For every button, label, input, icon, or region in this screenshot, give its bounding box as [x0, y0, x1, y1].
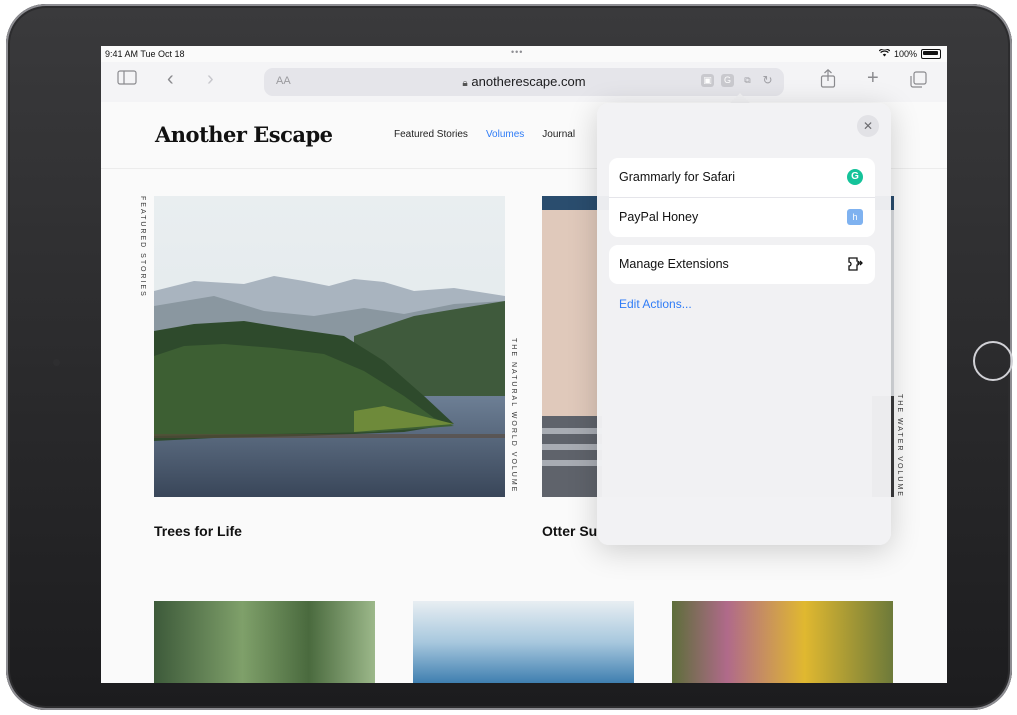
water-volume-label: THE WATER VOLUME: [896, 394, 903, 498]
extension-a-icon[interactable]: ▣: [701, 74, 714, 87]
mountain-art-thumbnail[interactable]: [413, 601, 634, 683]
extension-label: Grammarly for Safari: [619, 170, 735, 184]
trees-for-life-image[interactable]: [154, 196, 505, 497]
status-bar: 9:41 AM Tue Oct 18 ••• 100%: [101, 46, 947, 62]
lock-icon: 🔒︎: [462, 78, 468, 89]
multitasking-dots[interactable]: •••: [511, 47, 523, 57]
featured-stories-label: FEATURED STORIES: [139, 196, 146, 298]
edit-actions-link[interactable]: Edit Actions...: [619, 297, 692, 311]
site-nav: Featured Stories Volumes Journal: [394, 129, 575, 140]
tabs-overview-icon[interactable]: [910, 71, 927, 93]
address-bar[interactable]: AA 🔒︎ anotherescape.com ▣ G ⧉ ↻: [264, 68, 784, 96]
new-tab-icon[interactable]: +: [867, 67, 879, 90]
back-icon[interactable]: ‹: [167, 68, 174, 91]
wifi-icon: [878, 48, 891, 59]
extensions-puzzle-icon[interactable]: ⧉: [741, 74, 754, 87]
web-page: Another Escape Featured Stories Volumes …: [101, 93, 947, 683]
url-label: anotherescape.com: [471, 74, 586, 89]
extensions-popover: ✕ Grammarly for Safari G PayPal Honey h …: [597, 103, 891, 545]
otter-story-caption[interactable]: Otter Su: [542, 523, 597, 539]
screen: 9:41 AM Tue Oct 18 ••• 100% ‹ › AA 🔒︎ an…: [101, 46, 947, 683]
ipad-frame: 9:41 AM Tue Oct 18 ••• 100% ‹ › AA 🔒︎ an…: [6, 4, 1013, 710]
trees-for-life-caption[interactable]: Trees for Life: [154, 523, 242, 539]
extension-row-honey[interactable]: PayPal Honey h: [609, 197, 875, 237]
reload-icon[interactable]: ↻: [761, 74, 774, 87]
honey-icon: h: [847, 209, 863, 225]
natural-world-volume-label: THE NATURAL WORLD VOLUME: [510, 338, 517, 494]
manage-extensions-label: Manage Extensions: [619, 257, 729, 271]
extension-label: PayPal Honey: [619, 210, 699, 224]
status-time: 9:41 AM Tue Oct 18: [105, 49, 185, 59]
extensions-icon: [847, 256, 863, 272]
extension-row-grammarly[interactable]: Grammarly for Safari G: [609, 158, 875, 197]
nav-journal[interactable]: Journal: [542, 129, 575, 140]
site-logo[interactable]: Another Escape: [155, 122, 333, 147]
home-button[interactable]: [973, 341, 1013, 381]
status-right: 100%: [878, 48, 941, 59]
share-icon[interactable]: [820, 68, 836, 93]
nav-featured-stories[interactable]: Featured Stories: [394, 129, 468, 140]
manage-extensions-group: Manage Extensions: [609, 245, 875, 284]
safari-toolbar: ‹ › AA 🔒︎ anotherescape.com ▣ G ⧉ ↻ +: [101, 62, 947, 102]
extensions-list: Grammarly for Safari G PayPal Honey h: [609, 158, 875, 237]
grammarly-icon: G: [847, 169, 863, 185]
nav-volumes[interactable]: Volumes: [486, 129, 524, 140]
grammarly-toolbar-icon[interactable]: G: [721, 74, 734, 87]
battery-percent: 100%: [893, 49, 917, 59]
extension-icons: ▣ G ⧉ ↻: [701, 74, 774, 87]
manage-extensions-row[interactable]: Manage Extensions: [609, 245, 875, 284]
close-icon[interactable]: ✕: [857, 115, 879, 137]
sidebar-icon[interactable]: [117, 70, 137, 90]
flowers-thumbnail[interactable]: [672, 601, 893, 683]
forward-icon[interactable]: ›: [207, 68, 214, 91]
front-camera: [53, 359, 60, 366]
forest-thumbnail[interactable]: [154, 601, 375, 683]
battery-icon: [921, 49, 941, 59]
